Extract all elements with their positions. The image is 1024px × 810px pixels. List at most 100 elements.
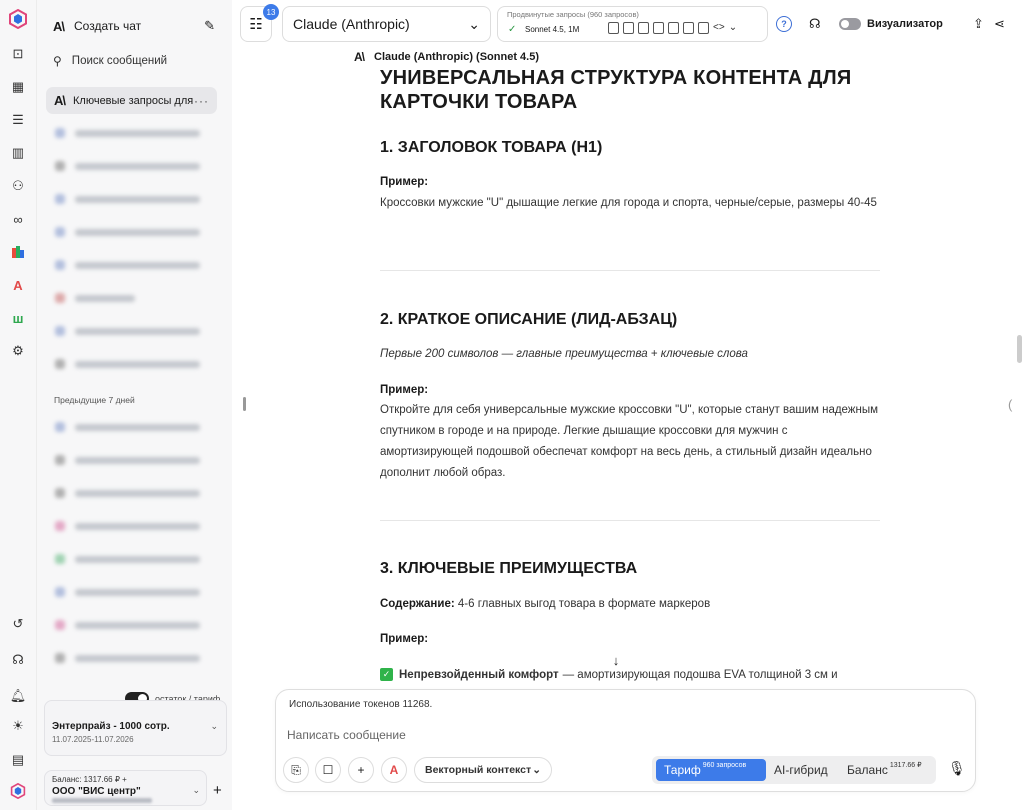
benefit-bold: Непревзойденный комфорт (399, 668, 559, 681)
chat-item[interactable] (55, 227, 200, 237)
panel-expand-icon[interactable]: ( (1008, 397, 1012, 412)
chat-item[interactable] (55, 359, 200, 369)
a-brand-icon[interactable]: A (381, 757, 407, 783)
search-messages[interactable]: ⚲ Поиск сообщений (53, 52, 215, 70)
excel-icon[interactable] (638, 22, 649, 34)
settings-icon[interactable]: ⚙ (8, 341, 28, 361)
app-logo-icon[interactable] (8, 9, 28, 29)
chevron-down-icon[interactable]: ⌄ (192, 785, 200, 796)
document-icon[interactable]: ▤ (8, 750, 28, 770)
table-icon[interactable]: ▦ (8, 77, 28, 97)
chat-item[interactable] (55, 521, 200, 531)
toggle-switch[interactable] (839, 18, 861, 30)
colors-icon[interactable] (8, 242, 28, 262)
organization-card[interactable]: Баланс: 1317.66 ₽ + ООО "ВИС центр" ⌄ (44, 770, 207, 806)
doc-icon[interactable] (608, 22, 619, 34)
more-options-icon[interactable]: ··· (194, 94, 209, 108)
message-header: A\ Claude (Anthropic) (Sonnet 4.5) (354, 50, 539, 64)
image-icon[interactable] (623, 22, 634, 34)
scan-icon[interactable] (683, 22, 694, 34)
section-previous-week: Предыдущие 7 дней (54, 395, 135, 405)
chevron-down-icon[interactable]: ⌄ (729, 22, 737, 34)
w-brand-icon[interactable]: ш (8, 308, 28, 328)
tariff-label: Тариф (664, 763, 701, 777)
balance-option[interactable]: Баланс 1317.66 ₽ (847, 759, 922, 781)
chat-item[interactable] (55, 422, 200, 432)
a-brand-icon[interactable]: A (8, 275, 28, 295)
visualizer-toggle[interactable]: Визуализатор (839, 18, 943, 30)
balance-label: Баланс (847, 763, 888, 777)
chat-item[interactable] (55, 455, 200, 465)
scrollbar[interactable] (1017, 335, 1022, 363)
history-icon[interactable]: ↺ (8, 614, 28, 634)
assistant-message: A\ Claude (Anthropic) (Sonnet 4.5) УНИВЕ… (354, 48, 880, 688)
chat-item[interactable] (55, 653, 200, 663)
section-3-title: 3. КЛЮЧЕВЫЕ ПРЕИМУЩЕСТВА (380, 560, 638, 577)
vector-context-select[interactable]: Векторный контекст ⌄ (414, 757, 552, 783)
help-icon[interactable]: ? (776, 16, 792, 32)
headset-icon[interactable]: ☊ (8, 650, 28, 670)
section-3-example-label: Пример: (380, 633, 429, 645)
edit-icon[interactable]: ✎ (204, 18, 215, 34)
web-icon[interactable] (698, 22, 709, 34)
model-selector[interactable]: Claude (Anthropic) ⌄ (282, 6, 491, 42)
chat-item[interactable] (55, 260, 200, 270)
chat-item[interactable] (55, 587, 200, 597)
upload-icon[interactable]: ⇪ (973, 16, 984, 32)
anthropic-logo-icon: A\ (54, 93, 66, 108)
chat-item[interactable] (55, 620, 200, 630)
share-icon[interactable]: ⋖ (994, 16, 1005, 32)
add-icon[interactable]: + (348, 757, 374, 783)
section-2-example-label: Пример: (380, 384, 429, 396)
infinity-icon[interactable]: ∞ (8, 209, 28, 229)
anthropic-logo-icon: A\ (354, 50, 365, 64)
scroll-down-icon[interactable]: ↓ (606, 650, 626, 670)
app-logo-small-icon[interactable] (8, 781, 28, 801)
chat-item[interactable] (55, 488, 200, 498)
message-model: Claude (Anthropic) (Sonnet 4.5) (374, 51, 539, 63)
ai-hybrid-option[interactable]: AI-гибрид (774, 759, 828, 781)
chat-item[interactable] (55, 293, 135, 303)
headset-icon[interactable]: ☊ (809, 16, 821, 32)
chat-item[interactable] (55, 326, 200, 336)
chat-item[interactable] (55, 194, 200, 204)
model-name: Claude (Anthropic) (293, 16, 410, 32)
chat-item[interactable] (55, 161, 200, 171)
list-icon[interactable]: ☰ (8, 110, 28, 130)
add-organization-button[interactable]: + (213, 782, 222, 799)
checkbox-icon: ✓ (380, 668, 393, 681)
microphone-icon[interactable]: 🎙︎ (948, 760, 966, 777)
attach-icon[interactable]: ⎘ (283, 757, 309, 783)
chat-item[interactable] (55, 554, 200, 564)
billing-mode-segmented: Тариф 960 запросов AI-гибрид Баланс 1317.6… (652, 756, 936, 784)
users-icon[interactable]: ⚇ (8, 176, 28, 196)
chevron-down-icon[interactable]: ⌄ (210, 721, 218, 732)
new-chat-row[interactable]: A\ Создать чат ✎ (53, 16, 215, 36)
message-title: УНИВЕРСАЛЬНАЯ СТРУКТУРА КОНТЕНТА ДЛЯ КАР… (380, 67, 852, 113)
organization-subtitle (52, 798, 152, 803)
tariff-sup: 960 запросов (702, 761, 747, 769)
bell-icon[interactable]: 🔔︎ (8, 686, 28, 706)
sidebar-resize-handle[interactable] (243, 397, 246, 411)
message-input[interactable] (287, 728, 887, 742)
print-icon[interactable] (668, 22, 679, 34)
pdf-icon[interactable] (653, 22, 664, 34)
sliders-icon: ☷ (249, 16, 263, 33)
advanced-requests-panel[interactable]: Продвинутые запросы (960 запросов) ✓ Son… (497, 6, 768, 42)
balance-line: Баланс: 1317.66 ₽ + (52, 775, 127, 784)
settings-badge: 13 (263, 4, 279, 20)
terminal-icon[interactable]: ⊡ (8, 44, 28, 64)
chat-item-active[interactable]: A\ Ключевые запросы для ··· (46, 87, 217, 114)
code-icon[interactable]: <> (713, 22, 725, 34)
plan-card[interactable]: Энтерпрайз - 1000 сотр. 11.07.2025-11.07… (44, 700, 227, 756)
chat-item[interactable] (55, 128, 200, 138)
search-input[interactable]: Поиск сообщений (72, 55, 167, 67)
token-usage: Использование токенов 11268. (289, 699, 433, 710)
building-icon[interactable]: ▥ (8, 143, 28, 163)
sun-icon[interactable]: ☀ (8, 716, 28, 736)
prompts-icon[interactable]: ☐ (315, 757, 341, 783)
balance-sup: 1317.66 ₽ (889, 762, 922, 769)
benefit-text: — амортизирующая подошва EVA толщиной 3 … (562, 668, 838, 681)
new-chat-button[interactable]: Создать чат (74, 19, 204, 33)
tariff-option[interactable]: Тариф 960 запросов (656, 759, 766, 781)
